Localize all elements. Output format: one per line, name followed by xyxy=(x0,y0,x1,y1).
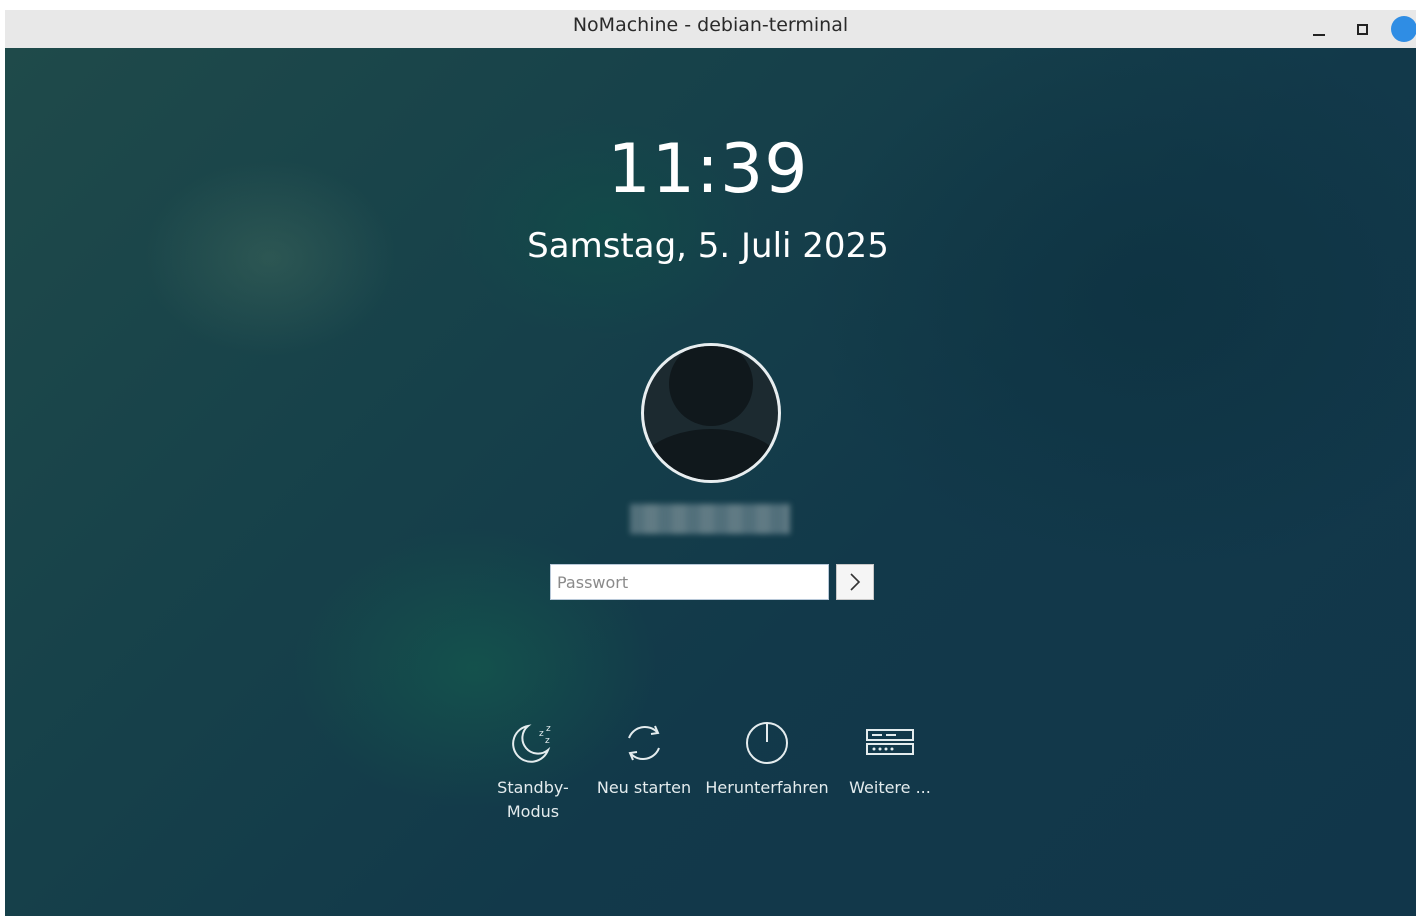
user-silhouette-icon xyxy=(644,346,778,480)
date-label: Samstag, 5. Juli 2025 xyxy=(527,226,889,266)
minimize-icon xyxy=(1313,34,1325,36)
maximize-button[interactable] xyxy=(1349,16,1375,42)
minimize-button[interactable] xyxy=(1306,16,1332,42)
shutdown-button[interactable]: Herunterfahren xyxy=(702,718,832,800)
more-options-label: Weitere ... xyxy=(849,778,931,797)
restart-button[interactable]: Neu starten xyxy=(579,718,709,800)
chevron-right-icon xyxy=(850,573,861,591)
more-options-icon xyxy=(866,729,914,755)
close-icon xyxy=(1391,16,1416,42)
login-submit-button[interactable] xyxy=(836,564,874,600)
more-options-button[interactable]: Weitere ... xyxy=(825,718,955,800)
svg-text:z: z xyxy=(546,724,551,734)
restart-icon xyxy=(628,725,660,761)
title-bar[interactable]: NoMachine - debian-terminal xyxy=(5,10,1416,49)
window-title: NoMachine - debian-terminal xyxy=(572,14,849,36)
clock: 11:39 xyxy=(607,130,809,209)
shutdown-label: Herunterfahren xyxy=(705,778,829,797)
username-label xyxy=(630,504,790,534)
password-input[interactable] xyxy=(550,564,829,600)
user-avatar[interactable] xyxy=(641,343,781,483)
svg-text:z: z xyxy=(545,736,550,746)
standby-label: Standby- Modus xyxy=(497,778,569,821)
nomachine-window: NoMachine - debian-terminal 11:39 Samsta… xyxy=(0,0,1416,916)
maximize-icon xyxy=(1356,23,1368,35)
standby-icon: z z z xyxy=(512,724,551,763)
close-button[interactable] xyxy=(1391,16,1416,42)
svg-text:z: z xyxy=(539,729,544,739)
power-icon xyxy=(746,722,788,764)
restart-label: Neu starten xyxy=(596,778,692,797)
